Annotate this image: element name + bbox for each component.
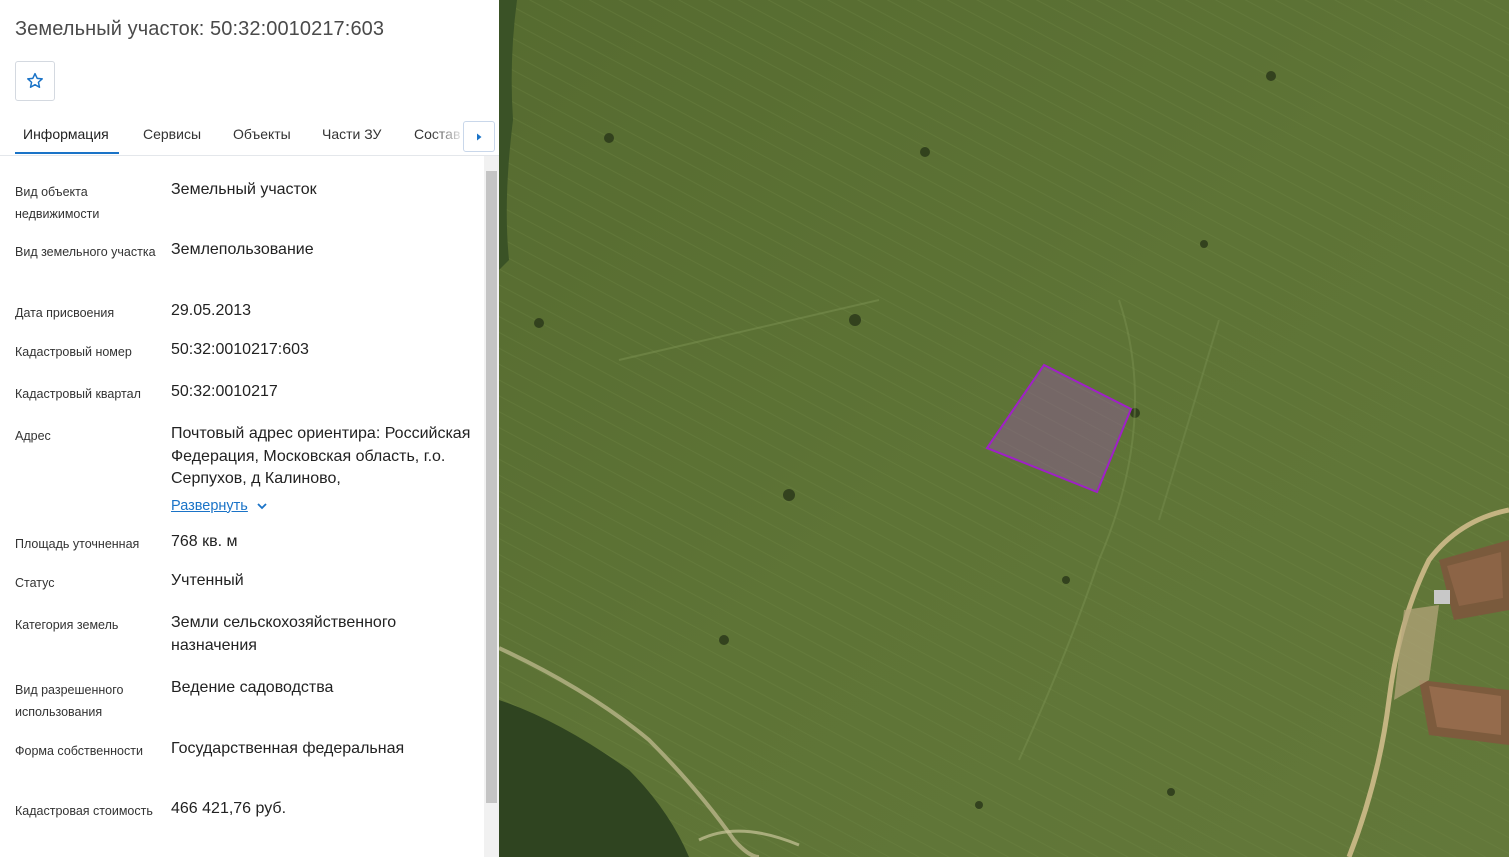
tab-info[interactable]: Информация <box>23 126 109 142</box>
map-imagery <box>499 0 1509 857</box>
info-panel: Земельный участок: 50:32:0010217:603 Инф… <box>0 0 499 857</box>
expand-label: Развернуть <box>171 497 248 514</box>
property-value: Почтовый адрес ориентира: Российская Фед… <box>171 425 471 487</box>
property-value: Учтенный <box>171 572 244 589</box>
caret-right-icon <box>477 133 482 140</box>
property-value: Земли сельскохозяйственного назначения <box>171 614 397 654</box>
property-value: Ведение садоводства <box>171 679 334 696</box>
properties-list: Вид объекта недвижимости Земельный участ… <box>0 156 484 857</box>
property-label: Кадастровая стоимость <box>15 804 153 818</box>
property-label: Кадастровый номер <box>15 345 132 359</box>
property-label: Статус <box>15 576 55 590</box>
tab-fade <box>430 118 466 154</box>
page-title: Земельный участок: 50:32:0010217:603 <box>15 18 385 40</box>
tab-parts[interactable]: Части ЗУ <box>322 126 381 142</box>
property-label: Форма собственности <box>15 744 143 758</box>
favorite-button[interactable] <box>15 61 55 101</box>
property-value: Земельный участок <box>171 181 317 198</box>
expand-address-link[interactable]: Развернуть <box>171 495 268 518</box>
property-value: Землепользование <box>171 241 314 258</box>
property-label: Площадь уточненная <box>15 537 140 551</box>
tab-bar: Информация Сервисы Объекты Части ЗУ Сост… <box>0 118 499 156</box>
property-label: Вид земельного участка <box>15 245 156 259</box>
tab-objects[interactable]: Объекты <box>233 126 291 142</box>
property-label: Вид разрешенного использования <box>15 683 124 719</box>
property-value: Государственная федеральная <box>171 740 405 757</box>
active-tab-indicator <box>15 152 119 154</box>
property-label: Адрес <box>15 429 51 443</box>
property-value: 50:32:0010217 <box>171 383 278 400</box>
property-value: 50:32:0010217:603 <box>171 341 309 358</box>
property-value: 466 421,76 руб. <box>171 800 287 817</box>
property-label: Кадастровый квартал <box>15 387 141 401</box>
star-outline-icon <box>27 72 43 88</box>
scrollbar-thumb[interactable] <box>486 171 497 803</box>
property-value-block: Почтовый адрес ориентира: Российская Фед… <box>171 423 471 517</box>
chevron-down-icon <box>257 503 267 510</box>
property-label: Вид объекта недвижимости <box>15 185 100 221</box>
satellite-map[interactable] <box>499 0 1509 857</box>
property-label: Категория земель <box>15 618 119 632</box>
property-value: 29.05.2013 <box>171 302 252 319</box>
property-label: Дата присвоения <box>15 306 115 320</box>
tab-services[interactable]: Сервисы <box>143 126 201 142</box>
tab-scroll-right-button[interactable] <box>463 121 495 152</box>
property-value: 768 кв. м <box>171 533 238 550</box>
